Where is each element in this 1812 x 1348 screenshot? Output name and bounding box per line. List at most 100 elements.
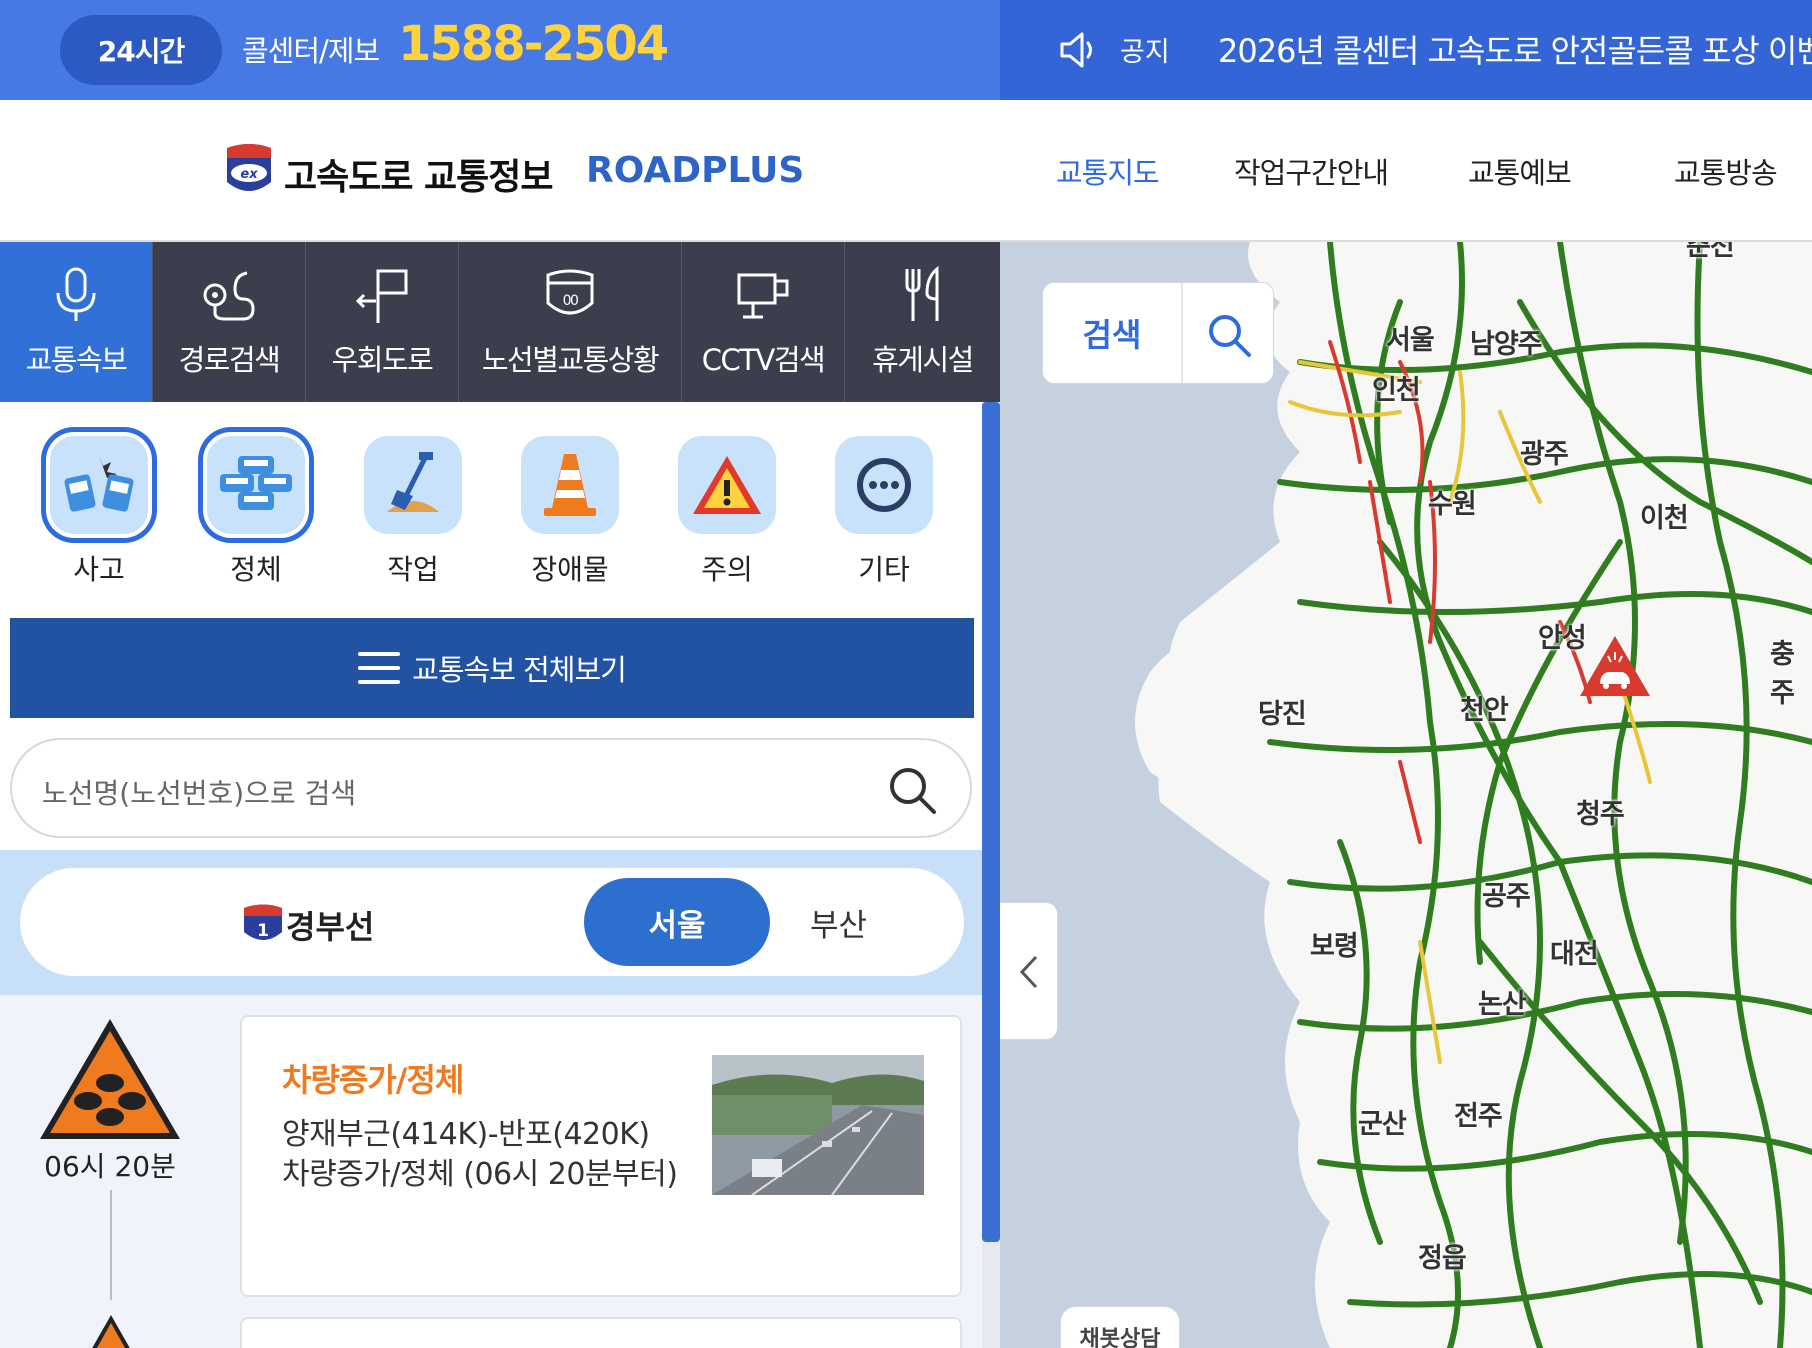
accident-marker-icon[interactable] [1578, 634, 1652, 698]
logo-title[interactable]: 고속도로 교통정보 [284, 148, 553, 200]
nav-work-zone[interactable]: 작업구간안내 [1234, 150, 1389, 192]
ex-logo-icon: ex [227, 144, 271, 191]
category-label: 작업 [387, 553, 439, 586]
map-city-label: 군산 [1358, 1109, 1407, 1140]
category-label: 주의 [701, 553, 753, 586]
map-search-label[interactable]: 검색 [1043, 283, 1183, 383]
timeline-line [110, 1190, 112, 1300]
tab-label: 노선별교통상황 [481, 343, 660, 377]
route-search-input[interactable]: 노선명(노선번호)으로 검색 [10, 738, 972, 838]
logo-plus-text: PLUS [701, 150, 805, 191]
view-all-button[interactable]: 교통속보 전체보기 [10, 618, 974, 718]
nav-traffic-forecast[interactable]: 교통예보 [1468, 150, 1572, 192]
route-shield-number: 1 [257, 921, 269, 941]
chevron-left-icon [1019, 955, 1038, 989]
search-icon[interactable] [1205, 311, 1253, 359]
accident-icon [50, 436, 148, 534]
feature-tabs: 교통속보 경로검색 우회도로 00 노선별교통상황 CCTV검색 휴게시설 [0, 242, 1000, 402]
tab-label: 경로검색 [178, 343, 281, 377]
nav-traffic-map[interactable]: 교통지도 [1056, 150, 1160, 192]
detour-sign-icon [355, 269, 408, 323]
tab-label: 우회도로 [331, 343, 434, 377]
category-obstacle[interactable]: 장애물 [511, 424, 629, 588]
hours-badge: 24시간 [60, 15, 222, 85]
shovel-icon [364, 436, 462, 534]
direction-seoul-button[interactable]: 서울 [584, 878, 770, 966]
map-canvas[interactable] [1000, 242, 1812, 1348]
map-city-label: 인천 [1372, 375, 1421, 406]
logo-road-text: ROAD [586, 150, 702, 191]
logo-badge-text: ex [240, 167, 258, 182]
category-other[interactable]: 기타 [825, 424, 943, 588]
highway-shield-icon: 00 [546, 269, 594, 315]
category-filters: 사고 정체 작업 장애물 주의 기타 [0, 402, 982, 607]
fork-knife-icon [905, 265, 938, 321]
map-city-label: 충주 [1770, 639, 1795, 709]
notice-text[interactable]: 2026년 콜센터 고속도로 안전골든콜 포상 이벤트 [1218, 26, 1812, 72]
congestion-warning-icon [40, 1019, 180, 1139]
map-city-label: 전주 [1454, 1101, 1503, 1132]
microphone-icon [56, 267, 96, 321]
traffic-feed: 06시 20분 차량증가/정체 양재부근(414K)-반포(420K) 차량증가… [0, 995, 982, 1348]
tab-label: 휴게시설 [872, 343, 974, 377]
logo-roadplus[interactable]: ROADPLUS [586, 150, 804, 191]
callcenter-number[interactable]: 1588-2504 [398, 16, 669, 72]
tab-cctv[interactable]: CCTV검색 [682, 242, 845, 402]
tab-rest-area[interactable]: 휴게시설 [845, 242, 1000, 402]
speaker-icon [1060, 32, 1092, 68]
site-header: ex 고속도로 교통정보 ROADPLUS 교통지도 작업구간안내 교통예보 교… [0, 100, 1812, 242]
callcenter-label: 콜센터/제보 [242, 34, 380, 68]
category-congestion[interactable]: 정체 [197, 424, 315, 588]
cctv-thumbnail[interactable] [712, 1055, 924, 1195]
category-label: 사고 [73, 553, 125, 586]
category-label: 기타 [858, 553, 910, 586]
map-city-label: 논산 [1478, 989, 1527, 1020]
search-placeholder: 노선명(노선번호)으로 검색 [42, 777, 357, 810]
tab-route-status[interactable]: 00 노선별교통상황 [459, 242, 682, 402]
map-city-label: 수원 [1428, 489, 1477, 520]
feed-card-title: 차량증가/정체 [282, 1061, 464, 1099]
route-pill: 1 경부선 서울 부산 [20, 868, 964, 976]
map-city-label: 남양주 [1470, 329, 1543, 360]
feed-card[interactable] [240, 1317, 962, 1348]
feed-card-description: 양재부근(414K)-반포(420K) 차량증가/정체 (06시 20분부터) [282, 1117, 678, 1192]
congestion-icon [207, 436, 305, 534]
traffic-map[interactable]: 검색 춘천 서울 남양주 인천 광주 수원 이천 안성 충주 당진 천안 청주 … [1000, 242, 1812, 1348]
category-label: 장애물 [531, 553, 609, 586]
tab-detour[interactable]: 우회도로 [306, 242, 459, 402]
map-city-label: 천안 [1460, 695, 1509, 726]
route-selector: 1 경부선 서울 부산 [0, 850, 982, 995]
route-shield-icon: 1 [244, 904, 282, 941]
menu-icon [358, 652, 401, 684]
map-city-label: 이천 [1640, 503, 1689, 534]
feed-time: 06시 20분 [44, 1150, 176, 1183]
map-city-label: 보령 [1310, 931, 1359, 962]
category-caution[interactable]: 주의 [668, 424, 786, 588]
warning-icon [678, 436, 776, 534]
category-label: 정체 [230, 553, 282, 586]
congestion-warning-icon [92, 1315, 130, 1348]
category-work[interactable]: 작업 [354, 424, 472, 588]
route-name[interactable]: 경부선 [286, 902, 374, 948]
map-city-label: 당진 [1258, 699, 1307, 730]
notice-bar[interactable]: 공지 2026년 콜센터 고속도로 안전골든콜 포상 이벤트 [1000, 0, 1812, 100]
nav-traffic-broadcast[interactable]: 교통방송 [1674, 150, 1778, 192]
tab-traffic-news[interactable]: 교통속보 [0, 242, 153, 402]
cctv-icon [737, 273, 789, 319]
category-accident[interactable]: 사고 [40, 424, 158, 588]
view-all-label: 교통속보 전체보기 [412, 653, 627, 687]
collapse-panel-button[interactable] [1000, 902, 1058, 1040]
feed-card[interactable]: 차량증가/정체 양재부근(414K)-반포(420K) 차량증가/정체 (06시… [240, 1015, 962, 1297]
panel-scrollbar[interactable] [982, 402, 1000, 1242]
route-icon [203, 271, 255, 321]
map-city-label: 공주 [1482, 881, 1531, 912]
map-city-label: 서울 [1386, 325, 1435, 356]
search-icon[interactable] [886, 764, 938, 816]
tab-route-search[interactable]: 경로검색 [153, 242, 306, 402]
direction-busan-button[interactable]: 부산 [810, 900, 867, 945]
tab-label: CCTV검색 [701, 343, 826, 377]
notice-label: 공지 [1120, 37, 1170, 68]
chatbot-button[interactable]: 채봇상담 [1060, 1306, 1180, 1348]
map-search-button[interactable]: 검색 [1042, 282, 1274, 384]
svg-text:00: 00 [563, 293, 578, 309]
